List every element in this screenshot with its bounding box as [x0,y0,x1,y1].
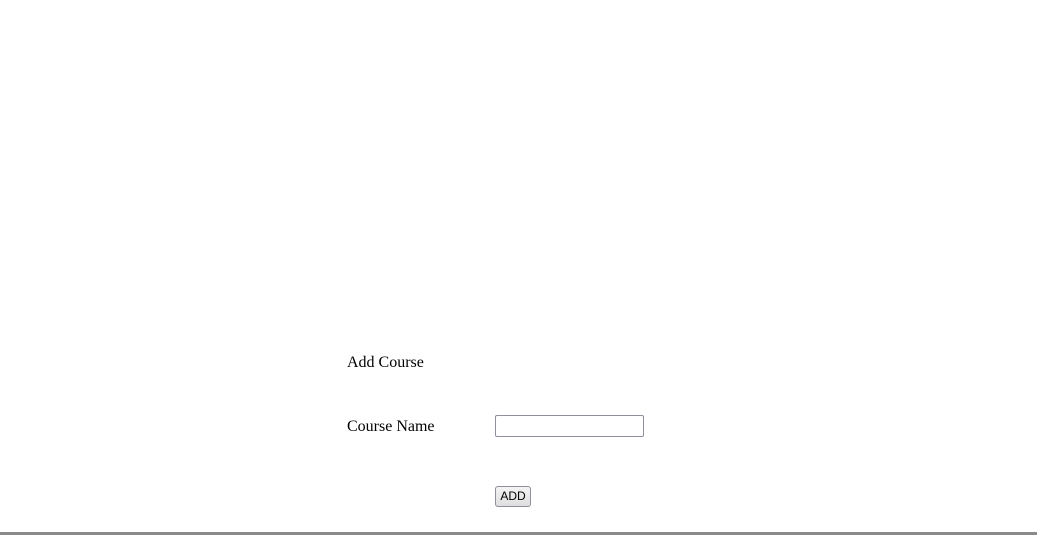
page: Add Course Course Name ADD [0,0,1037,535]
course-name-input[interactable] [495,415,644,437]
course-name-label: Course Name [347,418,435,435]
add-button[interactable]: ADD [495,486,531,507]
form-title: Add Course [347,354,424,371]
